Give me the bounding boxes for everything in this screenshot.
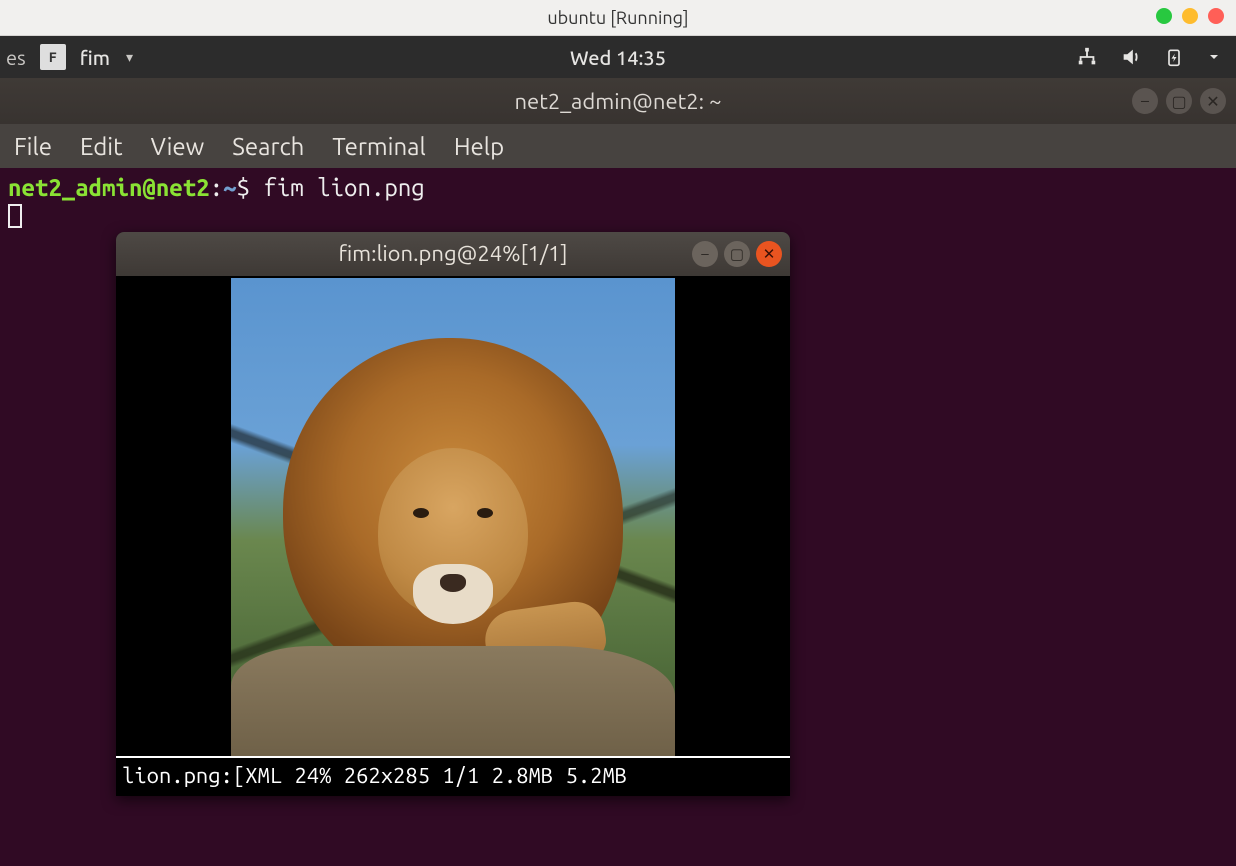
displayed-image bbox=[231, 278, 675, 756]
panel-clock[interactable]: Wed 14:35 bbox=[570, 46, 666, 69]
fim-window-title: fim:lion.png@24%[1/1] bbox=[338, 240, 567, 268]
menu-file[interactable]: File bbox=[14, 133, 52, 160]
menu-edit[interactable]: Edit bbox=[80, 133, 123, 160]
host-window-controls bbox=[1156, 8, 1224, 24]
host-zoom-button[interactable] bbox=[1182, 8, 1198, 24]
prompt-userhost: net2_admin@net2 bbox=[8, 174, 210, 201]
panel-app-name: fim bbox=[80, 46, 110, 69]
terminal-window-titlebar: net2_admin@net2: ~ – ▢ ✕ bbox=[0, 78, 1236, 124]
chevron-down-icon[interactable] bbox=[1206, 49, 1222, 65]
fim-status-bar: lion.png:[XML 24% 262x285 1/1 2.8MB 5.2M… bbox=[116, 756, 790, 796]
fim-minimize-button[interactable]: – bbox=[692, 241, 718, 267]
menu-search[interactable]: Search bbox=[232, 133, 304, 160]
panel-left-cut-text: es bbox=[6, 46, 26, 69]
terminal-minimize-button[interactable]: – bbox=[1132, 88, 1158, 114]
app-icon: F bbox=[40, 44, 66, 70]
terminal-close-button[interactable]: ✕ bbox=[1200, 88, 1226, 114]
menu-terminal[interactable]: Terminal bbox=[332, 133, 425, 160]
host-minimize-button[interactable] bbox=[1156, 8, 1172, 24]
prompt-path: ~ bbox=[223, 174, 236, 201]
chevron-down-icon: ▾ bbox=[126, 49, 133, 66]
fim-close-button[interactable]: ✕ bbox=[756, 241, 782, 267]
fim-window-controls: – ▢ ✕ bbox=[692, 241, 782, 267]
prompt-command: fim lion.png bbox=[263, 174, 424, 201]
terminal-menu-bar: File Edit View Search Terminal Help bbox=[0, 124, 1236, 168]
terminal-window-title: net2_admin@net2: ~ bbox=[514, 89, 721, 114]
terminal-window-controls: – ▢ ✕ bbox=[1132, 88, 1226, 114]
fim-image-canvas[interactable] bbox=[116, 276, 790, 756]
power-icon[interactable] bbox=[1164, 46, 1184, 68]
prompt-line: net2_admin@net2:~$ fim lion.png bbox=[8, 174, 1228, 202]
host-window-title: ubuntu [Running] bbox=[547, 8, 688, 28]
fim-window[interactable]: fim:lion.png@24%[1/1] – ▢ ✕ lion.png:[XM… bbox=[116, 232, 790, 796]
system-status-area[interactable] bbox=[1076, 46, 1222, 68]
network-icon[interactable] bbox=[1076, 46, 1098, 68]
terminal-maximize-button[interactable]: ▢ bbox=[1166, 88, 1192, 114]
prompt-sep: : bbox=[210, 174, 223, 201]
panel-app-menu[interactable]: es F fim ▾ bbox=[0, 44, 133, 70]
volume-icon[interactable] bbox=[1120, 46, 1142, 68]
menu-view[interactable]: View bbox=[151, 133, 205, 160]
terminal-body[interactable]: net2_admin@net2:~$ fim lion.png fim:lion… bbox=[0, 168, 1236, 866]
host-window-titlebar: ubuntu [Running] bbox=[0, 0, 1236, 36]
menu-help[interactable]: Help bbox=[454, 133, 504, 160]
gnome-top-panel: es F fim ▾ Wed 14:35 bbox=[0, 36, 1236, 78]
terminal-cursor bbox=[8, 204, 22, 228]
fim-maximize-button[interactable]: ▢ bbox=[724, 241, 750, 267]
prompt-sigil: $ bbox=[237, 174, 250, 201]
fim-titlebar: fim:lion.png@24%[1/1] – ▢ ✕ bbox=[116, 232, 790, 276]
host-close-button[interactable] bbox=[1208, 8, 1224, 24]
